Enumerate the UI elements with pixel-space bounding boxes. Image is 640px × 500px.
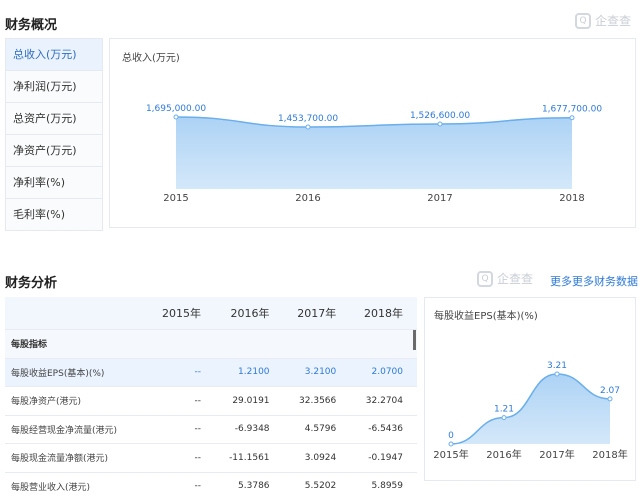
more-financial-data-link[interactable]: 更多更多财务数据 > <box>550 273 640 289</box>
row-label: 每股收益EPS(基本)(%) <box>5 357 140 387</box>
column-header-2018: 2018年 <box>350 297 417 330</box>
menu-item-net-margin[interactable]: 净利率(%) <box>6 167 102 199</box>
table-row[interactable]: 每股收益EPS(基本)(%) -- 1.2100 3.2100 2.0700 <box>5 357 417 387</box>
x-tick-label: 2015 <box>163 193 188 204</box>
cell-value: 5.8959 <box>350 471 417 500</box>
menu-item-total-revenue[interactable]: 总收入(万元) <box>6 39 102 71</box>
column-header <box>5 297 140 330</box>
menu-item-net-assets[interactable]: 净资产(万元) <box>6 135 102 167</box>
eps-chart: 0 2015年 1.21 2016年 3.21 2017年 2.07 2018年 <box>433 361 627 461</box>
watermark-text: 企查查 <box>595 14 632 28</box>
cell-value: -0.1947 <box>350 443 417 472</box>
table-row[interactable]: 每股净资产(港元) -- 29.0191 32.3566 32.2704 <box>5 386 417 415</box>
table-row[interactable]: 每股现金流量净额(港元) -- -11.1561 3.0924 -0.1947 <box>5 443 417 472</box>
cell-value: -- <box>140 471 215 500</box>
overview-title: 财务概况 <box>5 18 58 33</box>
cell-value: 2.0700 <box>350 357 417 387</box>
menu-item-gross-margin[interactable]: 毛利率(%) <box>6 199 102 230</box>
data-point <box>437 121 443 127</box>
analysis-watermark: Q 企查查 <box>477 270 533 287</box>
x-tick-label: 2017 <box>427 193 452 204</box>
data-label: 0 <box>448 431 454 441</box>
data-label: 1,453,700.00 <box>278 114 338 124</box>
table-group-row: 每股指标 <box>5 329 417 358</box>
table-header-row: 2015年 2016年 2017年 2018年 <box>5 297 417 330</box>
series-area <box>176 117 572 189</box>
cell-value: -- <box>140 443 215 472</box>
row-label: 每股净资产(港元) <box>5 386 140 415</box>
cell-value: -- <box>140 386 215 415</box>
overview-watermark: Q 企查查 <box>575 12 631 29</box>
cell-value: 29.0191 <box>215 386 284 415</box>
data-label: 1,695,000.00 <box>146 104 206 114</box>
table-row[interactable]: 每股营业收入(港元) -- 5.3786 5.5202 5.8959 <box>5 471 417 500</box>
revenue-chart-panel: 总收入(万元) 1,695,000.00 2015 1,453,700.00 2016… <box>109 38 636 228</box>
data-point <box>554 371 560 377</box>
row-label: 每股营业收入(港元) <box>5 471 140 500</box>
menu-item-net-profit[interactable]: 净利润(万元) <box>6 71 102 103</box>
data-point <box>448 441 454 447</box>
cell-value: -- <box>140 414 215 444</box>
cell-value: 3.2100 <box>283 357 351 387</box>
table-scrollbar-thumb[interactable] <box>413 330 416 350</box>
data-point <box>173 114 179 120</box>
data-label: 3.21 <box>547 361 567 371</box>
x-tick-label: 2016 <box>295 193 320 204</box>
column-header-2016: 2016年 <box>215 297 284 330</box>
row-label: 每股经营现金净流量(港元) <box>5 414 140 444</box>
cell-value: -- <box>140 357 215 387</box>
cell-value: 32.3566 <box>283 386 351 415</box>
cell-value: -6.9348 <box>215 414 284 444</box>
x-tick-label: 2018 <box>559 193 584 204</box>
menu-item-total-assets[interactable]: 总资产(万元) <box>6 103 102 135</box>
analysis-title: 财务分析 <box>5 276 58 291</box>
watermark-text: 企查查 <box>497 272 534 286</box>
data-point <box>569 115 575 121</box>
row-label: 每股现金流量净额(港元) <box>5 443 140 472</box>
cell-value: 4.5796 <box>283 414 351 444</box>
financial-analysis-table: 2015年 2016年 2017年 2018年 每股指标 每股收益EPS(基本)… <box>5 297 417 500</box>
qichacha-logo-icon: Q <box>477 270 493 287</box>
data-label: 1.21 <box>494 405 514 415</box>
data-label: 1,526,600.00 <box>410 111 470 121</box>
data-label: 1,677,700.00 <box>542 105 602 115</box>
column-header-2015: 2015年 <box>140 297 215 330</box>
cell-value: 32.2704 <box>350 386 417 415</box>
group-label: 每股指标 <box>5 329 417 358</box>
qichacha-logo-icon: Q <box>575 12 591 29</box>
x-tick-label: 2018年 <box>592 448 627 461</box>
data-point <box>607 396 613 402</box>
x-tick-label: 2017年 <box>539 448 574 461</box>
cell-value: -6.5436 <box>350 414 417 444</box>
x-tick-label: 2015年 <box>433 448 468 461</box>
eps-chart-panel: 每股收益EPS(基本)(%) 0 2015年 1.21 2016年 3.21 2017年 2… <box>424 297 636 481</box>
data-point <box>305 124 311 130</box>
cell-value: 1.2100 <box>215 357 284 387</box>
metric-menu: 总收入(万元) 净利润(万元) 总资产(万元) 净资产(万元) 净利率(%) 毛… <box>5 38 103 231</box>
cell-value: 3.0924 <box>283 443 351 472</box>
x-tick-label: 2016年 <box>486 448 521 461</box>
cell-value: -11.1561 <box>215 443 284 472</box>
column-header-2017: 2017年 <box>283 297 351 330</box>
data-point <box>501 415 507 421</box>
data-label: 2.07 <box>600 386 620 396</box>
cell-value: 5.3786 <box>215 471 284 500</box>
table-row[interactable]: 每股经营现金净流量(港元) -- -6.9348 4.5796 -6.5436 <box>5 414 417 444</box>
revenue-chart: 1,695,000.00 2015 1,453,700.00 2016 1,526,60… <box>146 104 602 204</box>
cell-value: 5.5202 <box>283 471 351 500</box>
